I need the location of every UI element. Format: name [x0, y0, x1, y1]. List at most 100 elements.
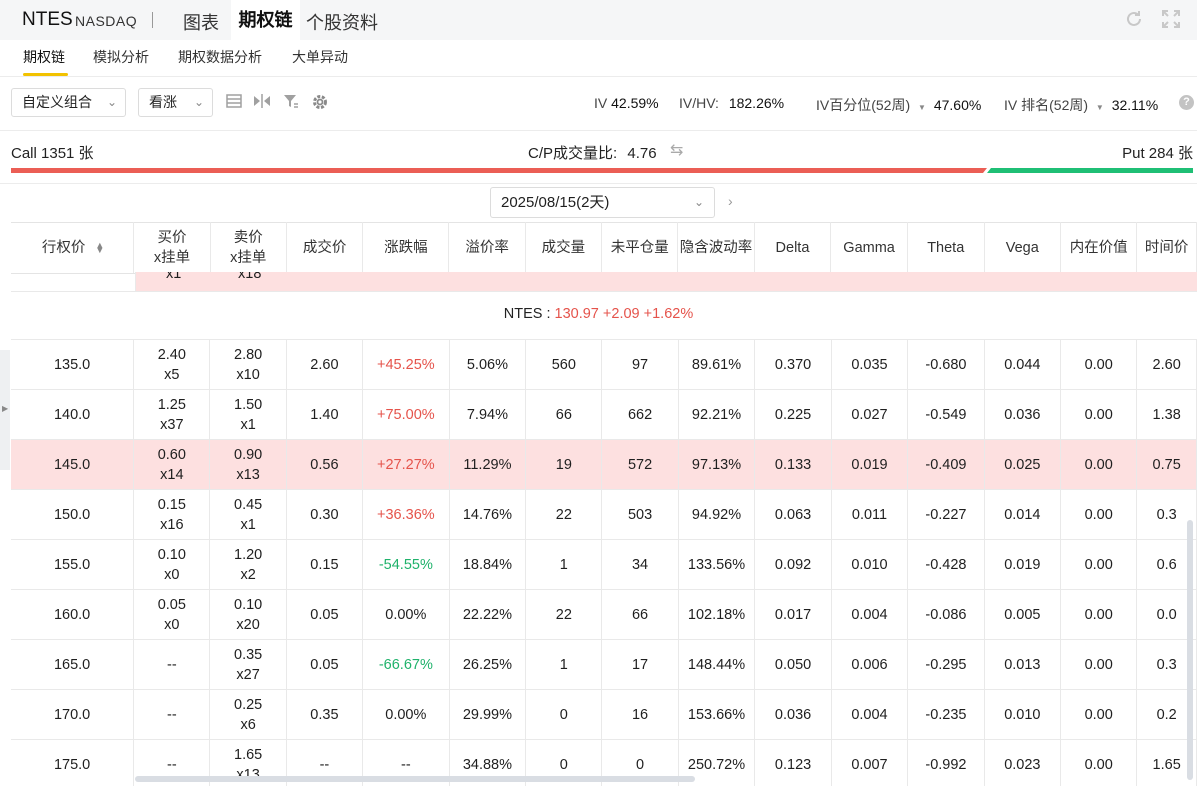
- cell-bid: 0.10 x0: [133, 539, 211, 590]
- bid-price: 1.25: [157, 396, 186, 413]
- ask-size: x1: [240, 416, 256, 433]
- table-row[interactable]: 140.0 1.25 x37 1.50 x1 1.40 +75.00% 7.94% 66 662 9…: [11, 389, 1197, 440]
- cell-open-interest: 503: [601, 489, 679, 540]
- iv-rank-stat[interactable]: IV 排名(52周) ▼ 32.11%: [1004, 95, 1158, 115]
- table-row[interactable]: 160.0 0.05 x0 0.10 x20 0.05 0.00% 22.22% 22 66 102…: [11, 589, 1197, 640]
- column-header-implied-volatility[interactable]: 隐含波动率: [677, 222, 755, 274]
- bid-price: 0.15: [157, 496, 186, 513]
- cell-volume: 1: [525, 539, 603, 590]
- divider: [0, 130, 1197, 131]
- column-header-label: 时间价: [1144, 240, 1189, 256]
- table-row[interactable]: 150.0 0.15 x16 0.45 x1 0.30 +36.36% 14.76% 22 503…: [11, 489, 1197, 540]
- cell-premium: 29.99%: [449, 689, 527, 740]
- divider: [0, 183, 1197, 184]
- column-header-vega[interactable]: Vega: [984, 222, 1062, 274]
- ask-size: x2: [240, 566, 256, 583]
- next-expiry-chevron-icon[interactable]: ›: [728, 193, 733, 209]
- cell-bid: 0.60 x14: [133, 439, 211, 490]
- cell-volume: 22: [525, 589, 603, 640]
- cell-volume: 1: [525, 639, 603, 690]
- vertical-scrollbar[interactable]: [1187, 520, 1193, 780]
- cell-implied-volatility: 148.44%: [678, 639, 756, 690]
- filter-icon[interactable]: [281, 93, 301, 113]
- subtab-option-data-analysis[interactable]: 期权数据分析: [178, 47, 262, 67]
- sort-icon[interactable]: ▲▼: [95, 241, 104, 255]
- table-row[interactable]: 165.0 -- 0.35 x27 0.05 -66.67% 26.25% 1 17 148.44…: [11, 639, 1197, 690]
- column-header-gamma[interactable]: Gamma: [830, 222, 908, 274]
- subtab-simulation[interactable]: 模拟分析: [93, 47, 149, 67]
- bid-price: --: [167, 756, 177, 773]
- bid-price: --: [167, 656, 177, 673]
- cell-open-interest: 662: [601, 389, 679, 440]
- column-header-strike[interactable]: 行权价 ▲▼: [11, 222, 135, 274]
- table-layout-icon[interactable]: [224, 93, 244, 113]
- column-header-ask[interactable]: 卖价 x挂单: [210, 222, 287, 274]
- cp-volume-ratio: C/P成交量比: 4.76: [528, 142, 657, 163]
- expiry-date-select[interactable]: 2025/08/15(2天) ⌄: [490, 187, 715, 218]
- cell-intrinsic-value: 0.00: [1060, 739, 1138, 786]
- cell-volume: 560: [525, 340, 603, 390]
- cell-gamma: 0.027: [831, 389, 909, 440]
- cell-delta: 0.017: [754, 589, 832, 640]
- bid-size: x0: [164, 616, 180, 633]
- direction-select-value: 看涨: [149, 94, 177, 110]
- column-header-label: x挂单: [230, 250, 267, 266]
- refresh-icon[interactable]: [1123, 9, 1145, 31]
- table-row[interactable]: 145.0 0.60 x14 0.90 x13 0.56 +27.27% 11.29% 19 57…: [11, 439, 1197, 490]
- cell-delta: 0.133: [754, 439, 832, 490]
- cell-open-interest: 16: [601, 689, 679, 740]
- side-panel-handle[interactable]: ▶: [0, 350, 10, 470]
- horizontal-scrollbar[interactable]: [135, 776, 695, 782]
- tab-option-chain[interactable]: 期权链: [231, 0, 300, 40]
- tab-chart[interactable]: 图表: [183, 9, 219, 35]
- subtab-large-orders[interactable]: 大单异动: [292, 47, 348, 67]
- iv-percentile-stat[interactable]: IV百分位(52周) ▼ 47.60%: [816, 95, 981, 115]
- table-row[interactable]: 155.0 0.10 x0 1.20 x2 0.15 -54.55% 18.84% 1 34 133…: [11, 539, 1197, 590]
- table-row[interactable]: 170.0 -- 0.25 x6 0.35 0.00% 29.99% 0 16 153.66% 0.…: [11, 689, 1197, 740]
- table-row[interactable]: 135.0 2.40 x5 2.80 x10 2.60 +45.25% 5.06% 560 97 8…: [11, 340, 1197, 390]
- underlying-last-price: 130.97: [554, 306, 599, 322]
- strategy-select[interactable]: 自定义组合 ⌄: [11, 88, 126, 117]
- cell-change-pct: -66.67%: [362, 639, 450, 690]
- bid-size: x1: [166, 272, 182, 282]
- column-header-change-pct[interactable]: 涨跌幅: [362, 222, 450, 274]
- column-header-last[interactable]: 成交价: [286, 222, 364, 274]
- swap-icon[interactable]: ⇆: [670, 140, 683, 160]
- cell-gamma: 0.007: [831, 739, 909, 786]
- column-header-time-value[interactable]: 时间价: [1136, 222, 1197, 274]
- help-icon[interactable]: ?: [1179, 95, 1194, 110]
- column-header-bid[interactable]: 买价 x挂单: [133, 222, 211, 274]
- column-header-open-interest[interactable]: 未平仓量: [601, 222, 679, 274]
- cell-last: 0.05: [286, 639, 364, 690]
- caret-down-icon: ▼: [1095, 103, 1104, 112]
- ivhv-stat: IV/HV: 182.26%: [679, 95, 784, 111]
- direction-select[interactable]: 看涨 ⌄: [138, 88, 213, 117]
- column-header-volume[interactable]: 成交量: [525, 222, 603, 274]
- fullscreen-icon[interactable]: [1160, 9, 1182, 31]
- cell-premium: 18.84%: [449, 539, 527, 590]
- cell-vega: 0.013: [984, 639, 1062, 690]
- column-header-delta[interactable]: Delta: [754, 222, 832, 274]
- iv-percentile-label: IV百分位(52周): [816, 97, 911, 113]
- cell-theta: -0.992: [907, 739, 985, 786]
- column-header-intrinsic-value[interactable]: 内在价值: [1060, 222, 1138, 274]
- subtab-option-chain[interactable]: 期权链: [23, 47, 65, 67]
- cell-delta: 0.225: [754, 389, 832, 440]
- cell-ask: 0.45 x1: [209, 489, 287, 540]
- iv-rank-label: IV 排名(52周): [1004, 97, 1089, 113]
- cell-volume: 0: [525, 689, 603, 740]
- cell-premium: 7.94%: [449, 389, 527, 440]
- bid-size: x5: [164, 366, 180, 383]
- put-volume-bar: [987, 168, 1193, 173]
- cell-last: 0.35: [286, 689, 364, 740]
- bid-size: x0: [164, 566, 180, 583]
- ask-price: 0.35: [234, 646, 263, 663]
- split-view-icon[interactable]: [252, 93, 272, 113]
- cell-strike: 170.0: [11, 689, 135, 740]
- tab-stock-info[interactable]: 个股资料: [306, 9, 378, 35]
- gear-icon[interactable]: [310, 93, 330, 113]
- column-header-theta[interactable]: Theta: [907, 222, 985, 274]
- column-header-premium[interactable]: 溢价率: [448, 222, 526, 274]
- table-header-row: 行权价 ▲▼ 买价 x挂单 卖价 x挂单 成交价 涨跌幅 溢价率 成交量 未平仓量 隐含波动率 Delt…: [11, 222, 1197, 274]
- partial-table-row[interactable]: x1 x18: [11, 272, 1197, 291]
